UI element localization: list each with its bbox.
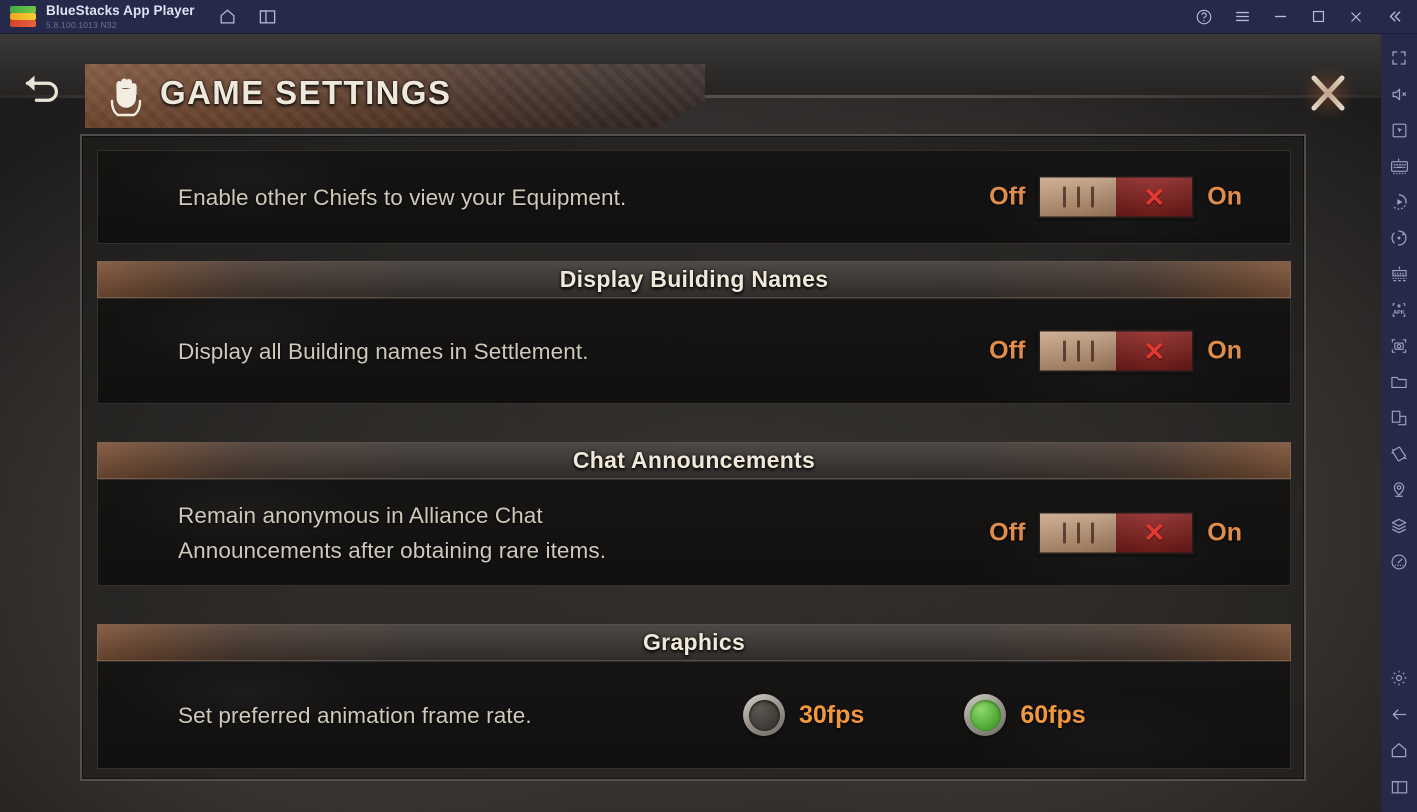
home-icon[interactable] (217, 6, 239, 28)
mute-icon[interactable] (1382, 76, 1416, 112)
toggle-track: ✕ (1116, 513, 1193, 552)
help-icon[interactable] (1193, 6, 1215, 28)
toggle-control-chat-announcements: Off ✕ On (989, 511, 1242, 554)
section-header-chat-announcements: Chat Announcements (97, 442, 1291, 479)
radio-label: 30fps (799, 700, 865, 729)
radio-option-60fps[interactable]: 60fps (964, 694, 1086, 736)
row-body: Set preferred animation frame rate. 30fp… (97, 661, 1291, 769)
toggle-x-icon: ✕ (1143, 182, 1166, 212)
section-title: Chat Announcements (572, 447, 816, 473)
close-icon[interactable] (1345, 6, 1367, 28)
install-apk-icon[interactable]: APK (1382, 292, 1416, 328)
toggle-control-equipment-visibility: Off ✕ On (989, 175, 1242, 219)
android-home-icon[interactable] (1382, 732, 1416, 768)
app-title: BlueStacks App Player (46, 3, 195, 18)
radio-option-30fps[interactable]: 30fps (743, 694, 864, 736)
cursor-pointer-icon[interactable] (1382, 112, 1416, 148)
toggle-switch[interactable]: ✕ (1038, 175, 1195, 219)
shake-icon[interactable] (1382, 436, 1416, 472)
section-header-building-names: Display Building Names (97, 261, 1291, 298)
setting-label: Display all Building names in Settlement… (178, 338, 589, 364)
app-version: 5.8.100.1013 N32 (46, 19, 117, 30)
toggle-off-label: Off (989, 336, 1026, 365)
radio-dot-selected-icon (964, 694, 1007, 736)
toggle-knob (1040, 331, 1117, 371)
frame-rate-radio-group: 30fps 60fps (743, 694, 1086, 736)
hamburger-menu-icon[interactable] (1231, 6, 1253, 28)
android-back-icon[interactable] (1382, 696, 1416, 732)
setting-row-equipment-visibility: Enable other Chiefs to view your Equipme… (97, 150, 1291, 244)
bluestacks-sidebar: APK (1381, 34, 1417, 812)
section-title: Display Building Names (559, 266, 829, 292)
toggle-switch[interactable]: ✕ (1038, 511, 1195, 554)
setting-row-graphics: Graphics Set preferred animation frame r… (97, 624, 1291, 769)
collapse-chevrons-icon[interactable] (1383, 6, 1405, 28)
titlebar-nav (217, 6, 279, 28)
fullscreen-icon[interactable] (1382, 40, 1416, 76)
rotate-icon[interactable] (1382, 220, 1416, 256)
setting-label: Set preferred animation frame rate. (178, 702, 532, 728)
toggle-track: ✕ (1116, 331, 1193, 371)
toggle-on-label: On (1207, 518, 1242, 546)
settings-list: Enable other Chiefs to view your Equipme… (97, 150, 1291, 769)
macro-recorder-icon[interactable] (1382, 184, 1416, 220)
multi-window-icon[interactable] (257, 6, 279, 28)
svg-text:APK: APK (1393, 310, 1405, 316)
close-swords-icon[interactable] (1297, 62, 1359, 124)
media-folder-icon[interactable] (1382, 364, 1416, 400)
toggle-knob (1040, 513, 1117, 552)
back-arrow-icon[interactable] (18, 64, 70, 110)
multi-instance-manager-icon[interactable] (1382, 400, 1416, 436)
location-icon[interactable] (1382, 472, 1416, 508)
toggle-x-icon: ✕ (1143, 517, 1166, 548)
row-body: Enable other Chiefs to view your Equipme… (97, 150, 1291, 244)
radio-dot-unselected-icon (743, 694, 785, 736)
eco-mode-icon[interactable] (1382, 508, 1416, 544)
game-header: GAME SETTINGS (0, 34, 1381, 128)
bluestacks-titlebar: BlueStacks App Player 5.8.100.1013 N32 (0, 0, 1417, 34)
toggle-on-label: On (1207, 336, 1242, 365)
toggle-knob (1040, 177, 1117, 217)
setting-label: Enable other Chiefs to view your Equipme… (178, 184, 627, 210)
setting-label: Remain anonymous in Alliance Chat Announ… (178, 502, 607, 563)
minimize-icon[interactable] (1269, 6, 1291, 28)
maximize-icon[interactable] (1307, 6, 1329, 28)
toggle-off-label: Off (989, 518, 1026, 546)
settings-panel: Enable other Chiefs to view your Equipme… (80, 134, 1306, 781)
settings-gear-icon[interactable] (1382, 660, 1416, 696)
toggle-x-icon: ✕ (1143, 336, 1166, 366)
section-title: Graphics (642, 629, 746, 655)
page-title: GAME SETTINGS (160, 74, 452, 111)
row-body: Display all Building names in Settlement… (97, 298, 1291, 404)
keyboard-controls-icon[interactable] (1382, 148, 1416, 184)
setting-row-chat-announcements: Chat Announcements Remain anonymous in A… (97, 442, 1291, 586)
game-viewport: GAME SETTINGS Enable other Chiefs to vie… (0, 34, 1381, 812)
android-recents-icon[interactable] (1382, 768, 1416, 804)
section-header-graphics: Graphics (97, 624, 1291, 661)
toggle-on-label: On (1207, 182, 1242, 211)
titlebar-text-group: BlueStacks App Player 5.8.100.1013 N32 (46, 4, 195, 29)
fist-emblem-icon (100, 70, 152, 122)
bluestacks-window: BlueStacks App Player 5.8.100.1013 N32 G… (0, 0, 1417, 812)
toggle-track: ✕ (1116, 177, 1193, 217)
setting-row-building-names: Display Building Names Display all Build… (97, 261, 1291, 404)
toggle-control-building-names: Off ✕ On (989, 329, 1242, 373)
multi-instance-sync-icon[interactable] (1382, 256, 1416, 292)
row-body: Remain anonymous in Alliance Chat Announ… (97, 479, 1291, 586)
bluestacks-logo-icon (10, 5, 36, 28)
titlebar-controls (1193, 6, 1417, 28)
screenshot-icon[interactable] (1382, 328, 1416, 364)
toggle-off-label: Off (989, 182, 1026, 211)
performance-meter-icon[interactable] (1382, 544, 1416, 580)
toggle-switch[interactable]: ✕ (1038, 329, 1195, 373)
radio-label: 60fps (1020, 700, 1086, 729)
